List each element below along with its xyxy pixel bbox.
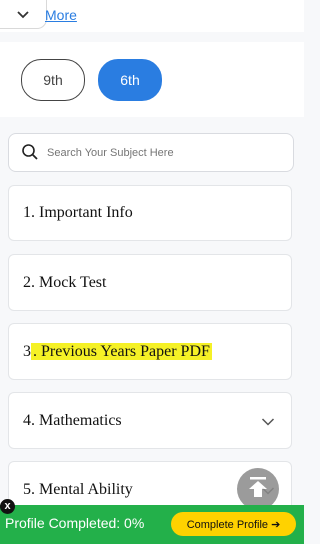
- subject-item-previous-years-paper[interactable]: 3. Previous Years Paper PDF: [8, 323, 292, 380]
- top-strip: More: [0, 0, 304, 32]
- search-icon: [21, 143, 39, 165]
- more-link[interactable]: More: [45, 7, 77, 23]
- chevron-down-icon: [16, 5, 30, 24]
- subject-label-prefix: 3: [23, 342, 31, 360]
- class-pill-9th[interactable]: 9th: [21, 59, 85, 101]
- complete-profile-button[interactable]: Complete Profile ➔: [171, 512, 296, 536]
- search-input[interactable]: [45, 141, 279, 165]
- subject-label: 1. Important Info: [23, 204, 133, 221]
- subject-label: 3. Previous Years Paper PDF: [23, 342, 212, 361]
- subject-item-important-info[interactable]: 1. Important Info: [8, 185, 292, 241]
- subject-label: 2. Mock Test: [23, 273, 107, 291]
- profile-completion-bar: Profile Completed: 0% Complete Profile ➔: [0, 505, 304, 544]
- collapse-tab[interactable]: [0, 0, 47, 29]
- class-selector: 9th 6th: [0, 42, 304, 117]
- subject-label-highlight: . Previous Years Paper PDF: [31, 342, 212, 360]
- subject-item-mock-test[interactable]: 2. Mock Test: [8, 254, 292, 311]
- close-banner-button[interactable]: x: [0, 499, 15, 514]
- arrow-up-icon: [245, 474, 271, 504]
- profile-status: Profile Completed: 0%: [5, 515, 145, 531]
- subject-label: 4. Mathematics: [23, 411, 122, 429]
- chevron-down-icon[interactable]: [261, 411, 275, 430]
- subject-label: 5. Mental Ability: [23, 480, 133, 498]
- class-pill-6th[interactable]: 6th: [98, 59, 162, 101]
- subject-item-mathematics[interactable]: 4. Mathematics: [8, 392, 292, 449]
- subject-search: [8, 133, 294, 172]
- scroll-to-top-button[interactable]: [237, 468, 279, 510]
